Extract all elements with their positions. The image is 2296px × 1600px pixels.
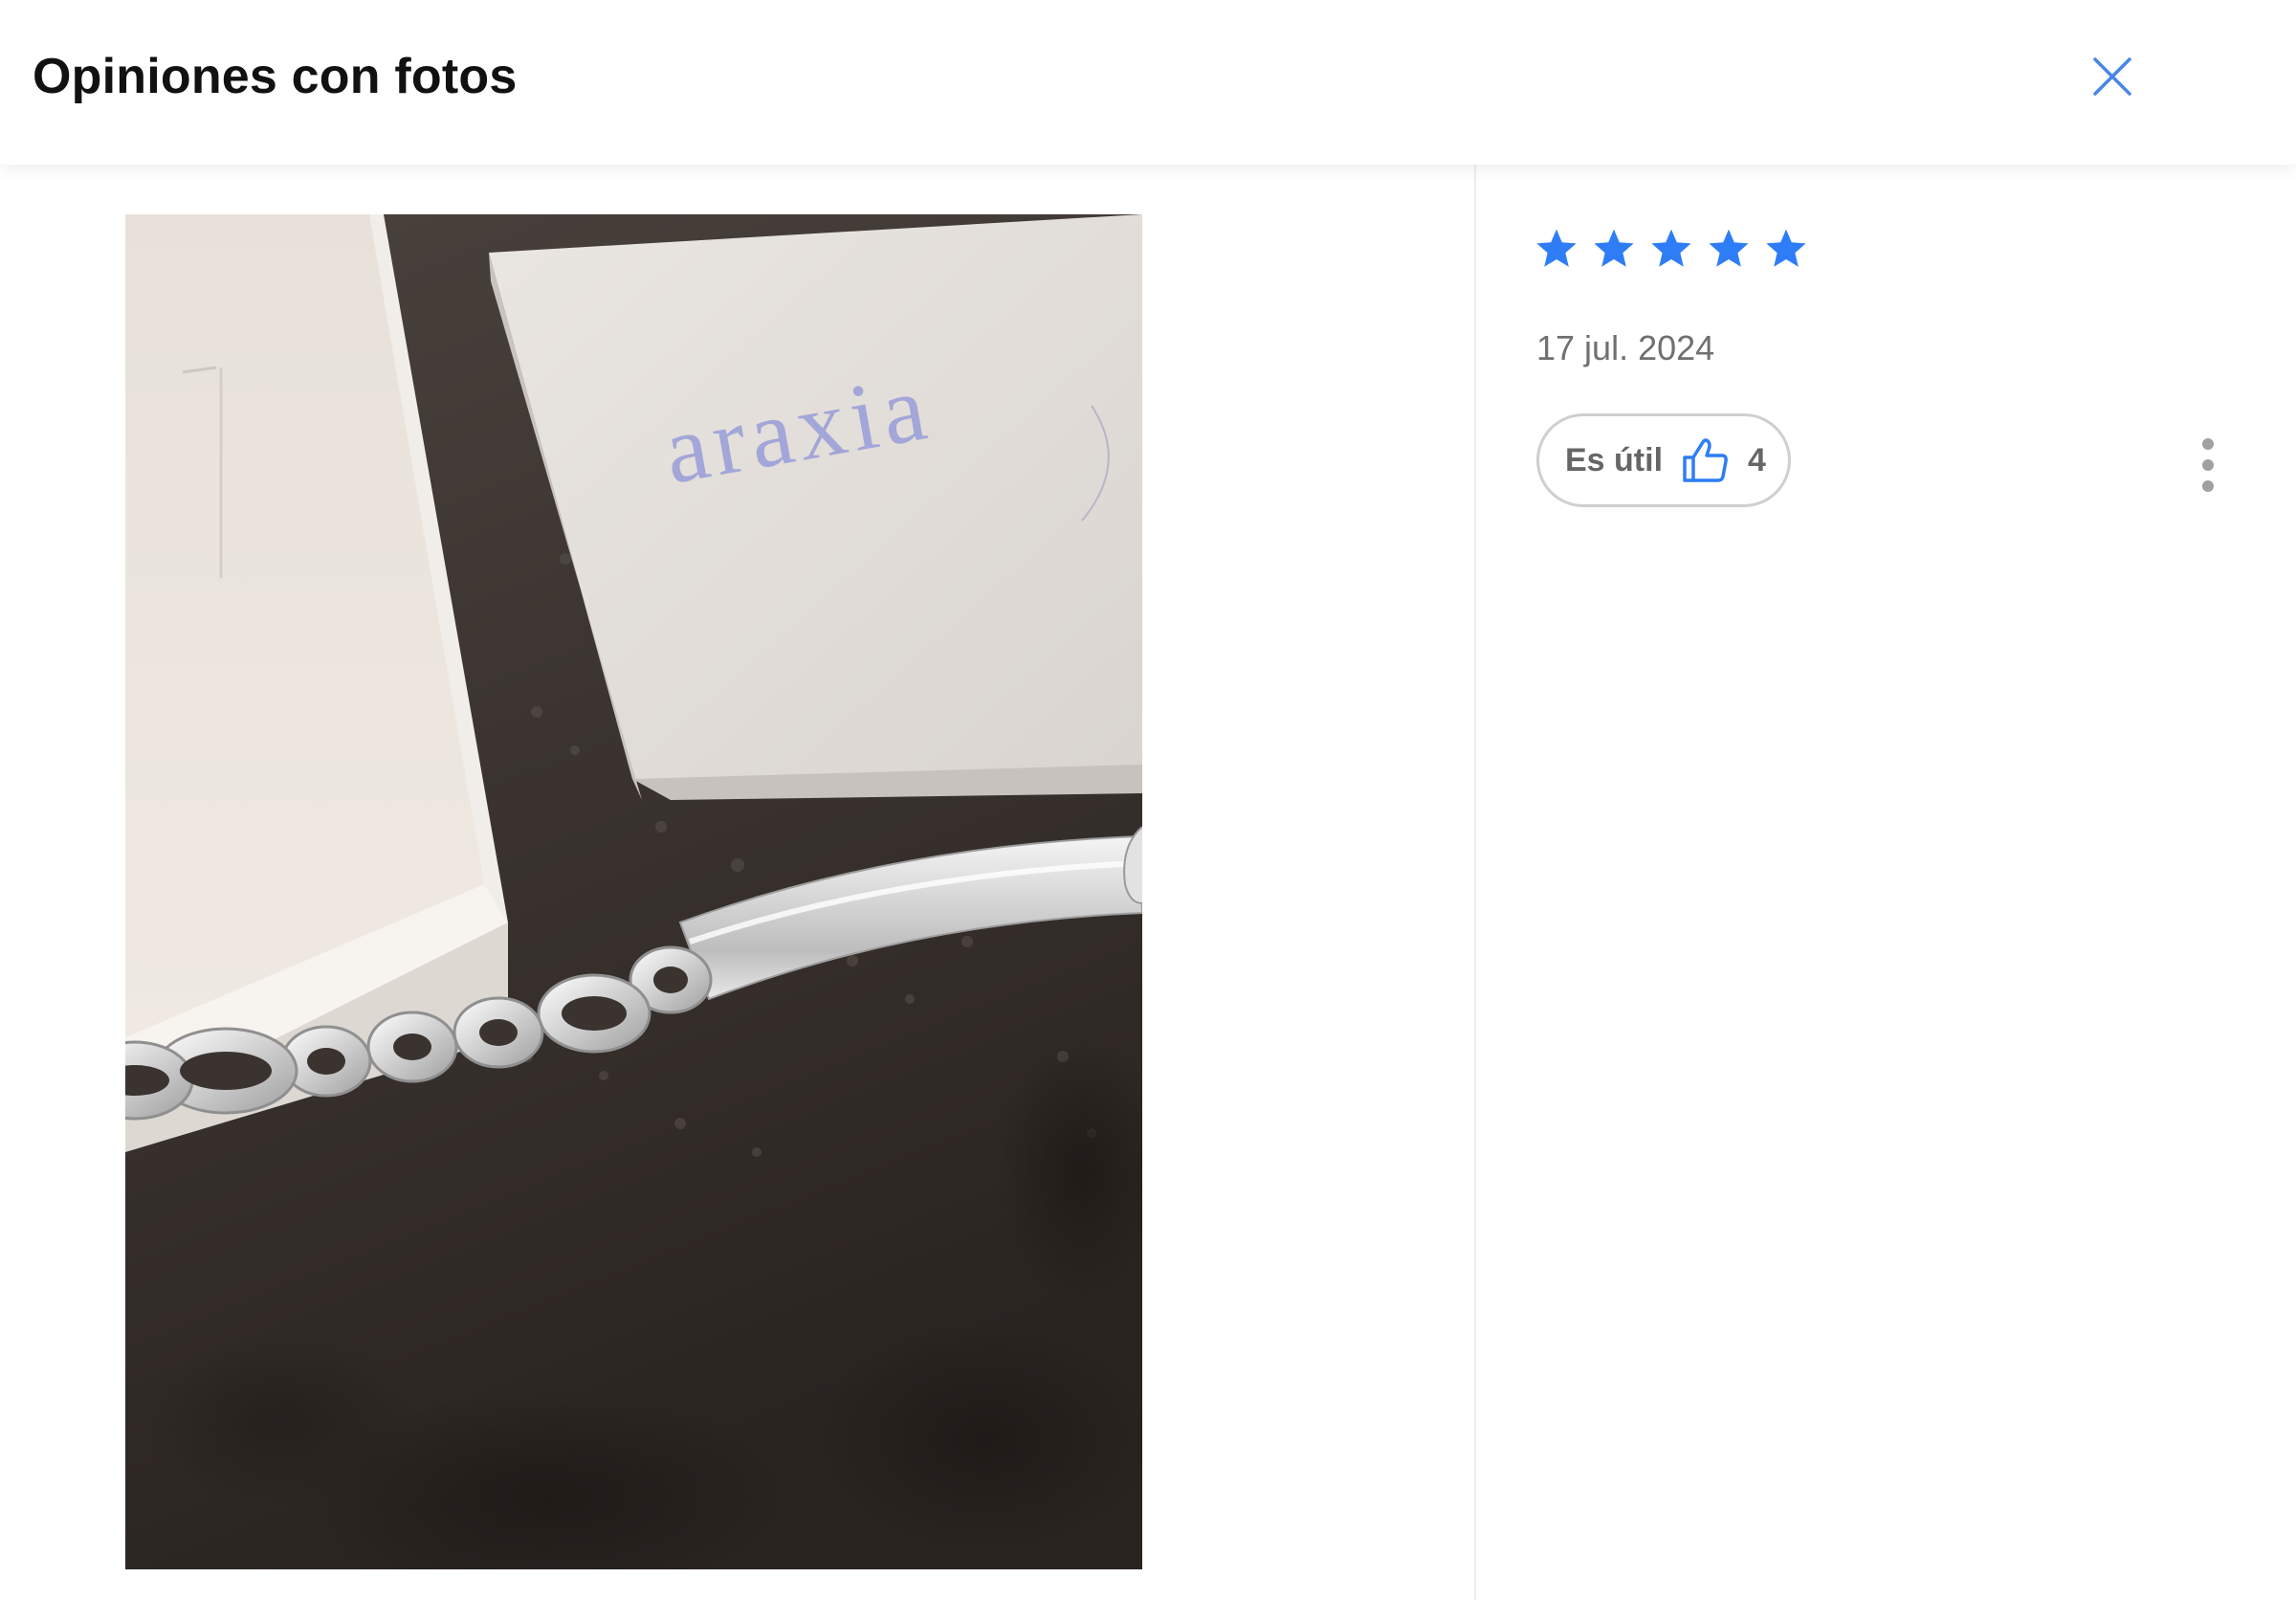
star-icon bbox=[1536, 229, 1577, 267]
useful-label: Es útil bbox=[1565, 441, 1664, 478]
star-icon bbox=[1766, 229, 1806, 267]
modal-header: Opiniones con fotos bbox=[0, 0, 2296, 165]
review-date: 17 jul. 2024 bbox=[1536, 328, 1715, 367]
review-photo[interactable]: araxia bbox=[125, 214, 1142, 1569]
rating-stars bbox=[1534, 226, 1809, 272]
thumbs-up-icon bbox=[1683, 438, 1728, 482]
star-icon bbox=[1594, 229, 1634, 267]
close-button[interactable] bbox=[2091, 56, 2133, 98]
star-icon bbox=[1651, 229, 1691, 267]
useful-count: 4 bbox=[1748, 441, 1766, 478]
more-vertical-icon bbox=[2202, 438, 2214, 492]
star-icon bbox=[1709, 229, 1749, 267]
modal-title: Opiniones con fotos bbox=[33, 49, 518, 104]
close-icon bbox=[2093, 57, 2131, 96]
useful-button[interactable]: Es útil 4 bbox=[1536, 413, 1791, 507]
panel-divider bbox=[1474, 165, 1476, 1600]
more-options-button[interactable] bbox=[2193, 436, 2223, 494]
